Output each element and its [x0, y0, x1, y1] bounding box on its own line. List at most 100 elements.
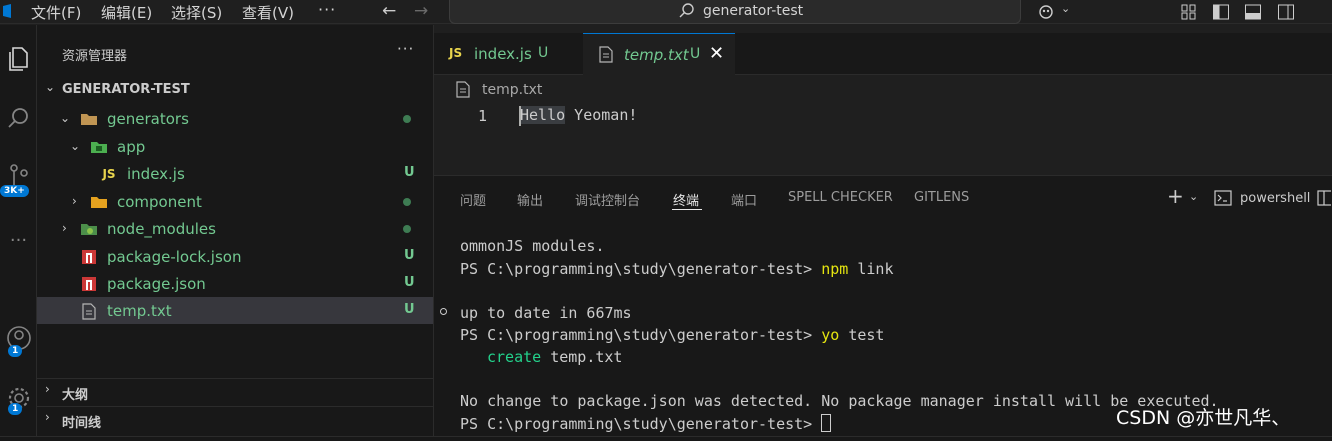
tree-item-package-json[interactable]: package.json U	[37, 270, 433, 297]
search-activity[interactable]	[0, 105, 37, 131]
tab-problems[interactable]: 问题	[460, 190, 486, 209]
menu-view[interactable]: 查看(V)	[242, 2, 294, 23]
search-icon	[7, 108, 28, 128]
text-file-icon	[599, 46, 613, 63]
tree-item-index-js[interactable]: JS index.js U	[37, 160, 433, 187]
terminal-line: PS C:\programming\study\generator-test> …	[460, 326, 884, 344]
back-arrow-icon[interactable]: ←	[382, 1, 396, 21]
code-line[interactable]: Hello Yeoman!	[520, 106, 637, 124]
modified-dot	[403, 225, 411, 233]
command: npm	[821, 260, 849, 278]
tab-status: U	[690, 46, 701, 62]
tree-item-label: node_modules	[107, 220, 216, 238]
chevron-down-icon: ⌄	[45, 80, 56, 94]
app-folder-icon	[90, 138, 108, 156]
terminal-shell-name[interactable]: powershell	[1240, 191, 1310, 206]
component-folder-icon	[90, 193, 108, 211]
new-terminal-icon[interactable]: +	[1167, 184, 1184, 208]
tab-label: temp.txt	[624, 46, 689, 64]
explorer-title: 资源管理器	[62, 49, 128, 64]
menu-selection[interactable]: 选择(S)	[171, 2, 222, 23]
tab-terminal[interactable]: 终端	[673, 190, 699, 209]
command-center-search[interactable]: generator-test	[449, 0, 1021, 24]
customize-layout-icon[interactable]	[1180, 3, 1198, 21]
account-badge: 1	[8, 345, 23, 357]
chevron-down-icon[interactable]: ⌄	[1189, 190, 1198, 203]
create-word: create	[487, 348, 542, 366]
chevron-right-icon: ›	[62, 221, 67, 235]
js-icon: JS	[102, 167, 116, 181]
tab-index-js[interactable]: JS index.js U	[434, 33, 582, 75]
command-args: test	[839, 326, 885, 344]
tree-item-node-modules[interactable]: › node_modules	[37, 215, 433, 242]
status-bar	[0, 436, 1332, 441]
tab-debug-console[interactable]: 调试控制台	[575, 190, 640, 209]
tab-output[interactable]: 输出	[517, 190, 543, 209]
close-icon[interactable]: ✕	[709, 43, 724, 64]
tab-label: index.js	[474, 45, 532, 63]
breadcrumb[interactable]: temp.txt	[482, 82, 542, 98]
folder-open-icon	[80, 110, 98, 128]
editor-tabs: JS index.js U temp.txt U ✕	[434, 33, 1332, 75]
tab-temp-txt[interactable]: temp.txt U ✕	[583, 33, 735, 75]
chevron-right-icon: ›	[45, 382, 50, 396]
modified-dot	[403, 115, 411, 123]
tab-ports[interactable]: 端口	[731, 190, 757, 209]
chevron-down-icon: ⌄	[70, 139, 81, 153]
tree-item-package-lock[interactable]: package-lock.json U	[37, 243, 433, 270]
split-terminal-icon[interactable]	[1317, 190, 1331, 206]
tree-item-generators[interactable]: ⌄ generators	[37, 105, 433, 132]
tree-item-label: index.js	[127, 165, 185, 183]
copilot-icon[interactable]	[1038, 3, 1058, 21]
toggle-sidebar-icon[interactable]	[1212, 3, 1230, 21]
tree-item-temp-txt[interactable]: temp.txt U	[37, 297, 433, 324]
explorer-more-button[interactable]: ···	[397, 40, 414, 58]
outline-section[interactable]: › 大纲	[37, 378, 433, 404]
tree-item-label: generators	[107, 110, 189, 128]
files-icon	[8, 47, 28, 71]
toggle-panel-icon[interactable]	[1244, 3, 1262, 21]
command-center-text: generator-test	[703, 3, 804, 19]
activity-bar: 3K+ ··· 1 1	[0, 25, 37, 441]
more-activity-icon[interactable]: ···	[0, 230, 37, 251]
tab-spell-checker[interactable]: SPELL CHECKER	[788, 190, 893, 205]
tree-item-label: app	[117, 138, 146, 156]
tab-status: U	[538, 45, 549, 61]
prompt: PS C:\programming\study\generator-test>	[460, 326, 822, 344]
toggle-secondary-sidebar-icon[interactable]	[1277, 3, 1295, 21]
tab-gitlens[interactable]: GITLENS	[914, 190, 969, 205]
explorer-activity[interactable]	[0, 45, 37, 73]
outline-label: 大纲	[62, 388, 89, 403]
folder-root-header[interactable]: ⌄ GENERATOR-TEST	[37, 77, 433, 103]
modified-dot	[403, 198, 411, 206]
chevron-down-icon[interactable]: ⌄	[1061, 2, 1070, 15]
untracked-status: U	[404, 275, 415, 290]
code-text: Yeoman!	[565, 106, 638, 124]
settings-badge: 1	[8, 403, 23, 415]
timeline-section[interactable]: › 时间线	[37, 406, 433, 432]
chevron-right-icon: ›	[72, 194, 77, 208]
vscode-logo-icon	[3, 4, 11, 18]
command: yo	[821, 326, 840, 344]
text-cursor	[519, 106, 521, 126]
text-file-icon	[456, 81, 470, 98]
menu-file[interactable]: 文件(F)	[31, 2, 81, 23]
js-icon: JS	[449, 46, 463, 60]
untracked-status: U	[404, 248, 415, 263]
terminal-line: create temp.txt	[487, 348, 622, 366]
menu-more-button[interactable]: ···	[318, 0, 336, 19]
tree-item-label: component	[117, 193, 202, 211]
title-bar: 文件(F) 编辑(E) 选择(S) 查看(V) ··· ← → generato…	[0, 0, 1332, 24]
tree-item-component[interactable]: › component	[37, 188, 433, 215]
text-file-icon	[80, 302, 98, 320]
line-number: 1	[478, 107, 488, 125]
tree-item-label: package.json	[107, 275, 206, 293]
created-file: temp.txt	[541, 348, 623, 366]
forward-arrow-icon[interactable]: →	[414, 1, 428, 21]
menu-edit[interactable]: 编辑(E)	[101, 2, 152, 23]
active-tab-indicator	[672, 209, 702, 210]
terminal-line: PS C:\programming\study\generator-test>	[460, 414, 832, 433]
tree-item-app[interactable]: ⌄ app	[37, 133, 433, 160]
node-folder-icon	[80, 220, 98, 238]
command-decoration-icon	[440, 308, 447, 315]
